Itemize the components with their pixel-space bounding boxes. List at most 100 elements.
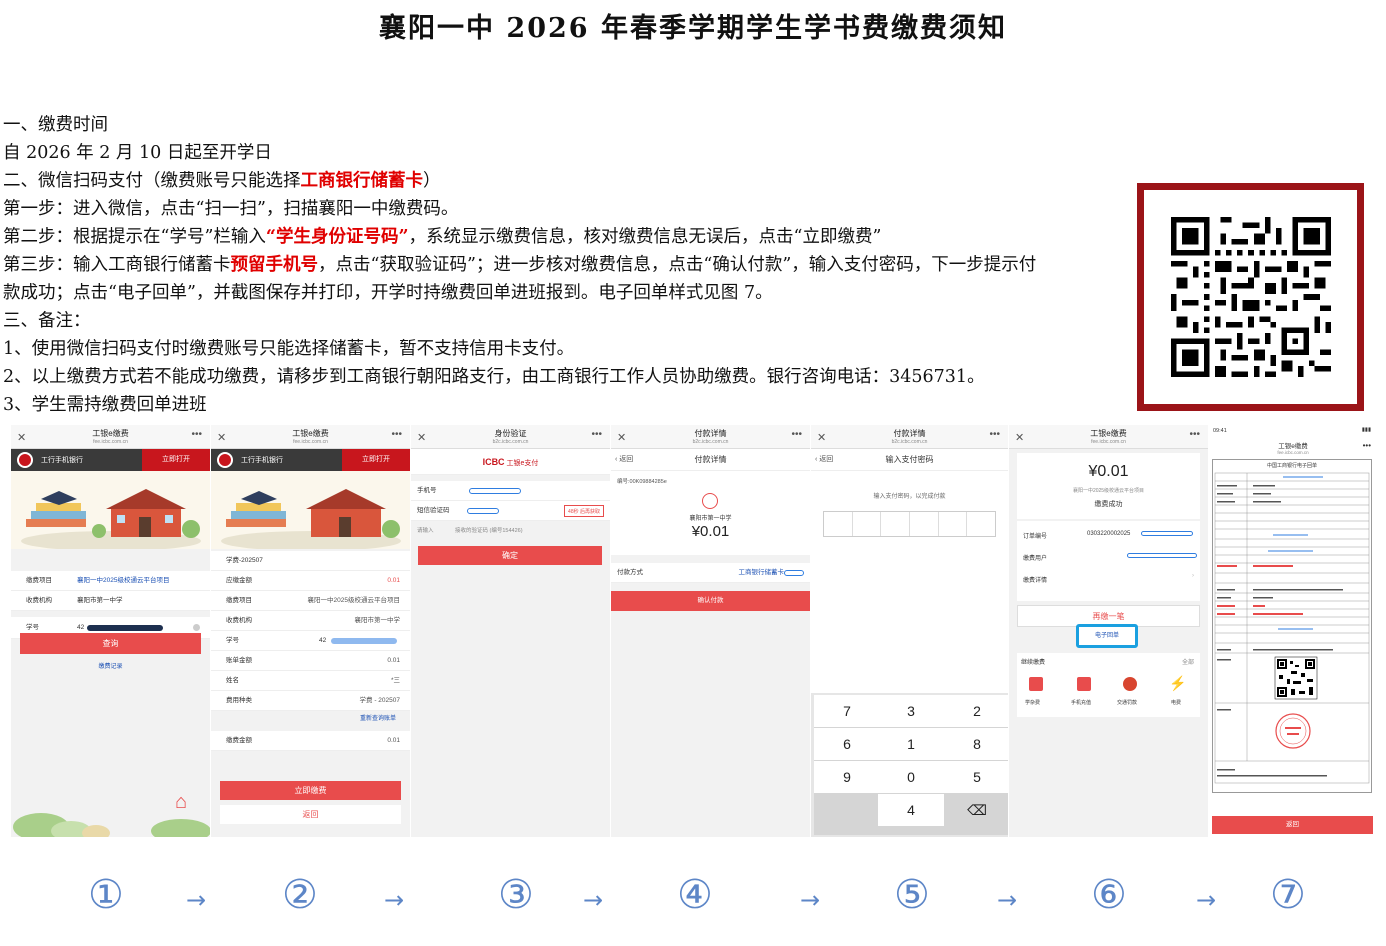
hint-text: 请输入 — [417, 528, 434, 534]
label-payer: 缴费用户 — [1023, 556, 1048, 562]
tuition-icon[interactable] — [1029, 677, 1043, 691]
order-number: 编号:00K09884285e — [617, 479, 667, 485]
screen-url: fee.icbc.com.cn — [293, 439, 328, 445]
screenshot-7-receipt: 09:41 ▮▮▮ 工银e缴费 fee.icbc.com.cn ••• 中国工商银行电… — [1209, 425, 1377, 837]
key-8[interactable]: 8 — [944, 728, 1008, 760]
confirm-button[interactable]: 确定 — [418, 546, 602, 565]
key-5[interactable]: 5 — [944, 761, 1008, 793]
screen-url: fee.icbc.com.cn — [1277, 450, 1309, 455]
chevron-right-icon: › — [1192, 573, 1194, 579]
phone-topup-icon[interactable] — [1077, 677, 1091, 691]
status-time: 09:41 — [1213, 428, 1227, 434]
payment-amount: ¥0.01 — [691, 523, 730, 540]
password-hint: 输入支付密码，以完成付款 — [873, 494, 946, 500]
screen-url: b2c.icbc.com.cn — [492, 439, 529, 445]
status-icons: ▮▮▮ — [1361, 427, 1371, 433]
more-icon[interactable]: ••• — [1363, 441, 1371, 450]
requery-link[interactable]: 重新查询账单 — [211, 711, 410, 727]
label-fee-type: 费用种类 — [226, 697, 252, 704]
tuition-label: 学杂费 — [1025, 700, 1041, 706]
back-button[interactable]: 返回 — [220, 805, 401, 824]
key-6[interactable]: 6 — [814, 728, 880, 760]
redacted-bar — [1141, 531, 1193, 536]
value-name: *三 — [390, 677, 400, 684]
key-3[interactable]: 3 — [878, 695, 944, 727]
key-0[interactable]: 0 — [878, 761, 944, 793]
receipt-qr-code — [1274, 656, 1318, 700]
get-code-button[interactable]: 48秒 后再获取 — [564, 505, 604, 517]
screen-title: 付款详情 — [893, 429, 926, 438]
backspace-icon[interactable]: ⌫ — [944, 794, 1008, 826]
screen-url: b2c.icbc.com.cn — [692, 439, 729, 445]
icbc-logo: ICBC — [482, 457, 505, 467]
traffic-fine-icon[interactable] — [1123, 677, 1137, 691]
step-number-3: ③ — [498, 872, 534, 918]
password-input[interactable] — [823, 511, 996, 537]
value-order-no: 0303220002025 — [1087, 531, 1131, 537]
more-icon[interactable]: ••• — [391, 429, 402, 440]
page-title: 襄阳一中 2026 年春季学期学生学书费缴费须知 — [379, 13, 1007, 44]
open-app-button[interactable]: 立即打开 — [342, 449, 410, 471]
arrow-icon: → — [186, 886, 207, 914]
section-1-heading: 一、缴费时间 — [3, 115, 108, 135]
arrow-icon: → — [997, 886, 1018, 914]
more-icon[interactable]: ••• — [191, 429, 202, 440]
e-receipt-button[interactable]: 电子回单 — [1076, 624, 1138, 648]
redacted-bar — [784, 570, 804, 576]
more-icon[interactable]: ••• — [989, 429, 1000, 440]
section-2-close: ） — [423, 171, 441, 191]
step-number-6: ⑥ — [1091, 872, 1127, 918]
sms-code-field[interactable]: 短信验证码 48秒 后再获取 — [411, 501, 610, 521]
key-9[interactable]: 9 — [814, 761, 880, 793]
open-app-button[interactable]: 立即打开 — [142, 449, 210, 471]
section-2-heading: 二、微信扫码支付（缴费账号只能选择工商银行储蓄卡） — [3, 167, 441, 195]
note-3: 3、学生需持缴费回单进班 — [3, 395, 207, 415]
screen-title: 工银e缴费 — [1278, 443, 1308, 450]
label-order-no: 订单编号 — [1023, 534, 1048, 540]
numeric-keypad: 7 3 2 6 1 8 9 0 5 4 ⌫ — [814, 695, 1008, 835]
redacted-bar — [1127, 553, 1197, 558]
phone-field[interactable]: 手机号 — [411, 481, 610, 501]
payment-records-link[interactable]: 缴费记录 — [11, 661, 210, 670]
clear-icon[interactable] — [193, 624, 200, 631]
more-icon[interactable]: ••• — [1189, 429, 1200, 440]
confirm-payment-button[interactable]: 确认付款 — [611, 591, 810, 611]
arrow-icon: → — [800, 886, 821, 914]
key-1[interactable]: 1 — [878, 728, 944, 760]
value-bill-amount: 0.01 — [387, 657, 400, 664]
bank-app-label: 工行手机银行 — [241, 457, 283, 464]
more-icon[interactable]: ••• — [591, 429, 602, 440]
key-7[interactable]: 7 — [814, 695, 880, 727]
payment-steps-screenshots: ✕ 工银e缴费 fee.icbc.com.cn ••• 工行手机银行 立即打开 缴费项目… — [11, 425, 1377, 837]
screen-title: 工银e缴费 — [1090, 429, 1127, 438]
label-student-id: 学号 — [26, 624, 39, 631]
key-4[interactable]: 4 — [878, 794, 944, 826]
step-3-rest: ，点击“获取验证码”；进一步核对缴费信息，点击“确认付款”，输入支付密码，下一步… — [318, 255, 1037, 275]
screen-title: 付款详情 — [694, 429, 727, 438]
view-all-link[interactable]: 全部 — [1182, 657, 1194, 666]
screen-url: fee.icbc.com.cn — [93, 439, 128, 445]
label-pay-amount: 缴费金额 — [226, 737, 252, 744]
value-project: 襄阳一中2025级校通云平台项目 — [77, 577, 170, 584]
value-pay-amount: 0.01 — [387, 737, 400, 744]
pay-now-button[interactable]: 立即缴费 — [220, 781, 401, 800]
label-name: 姓名 — [226, 677, 239, 684]
screenshot-6-success: ✕ 工银e缴费 fee.icbc.com.cn ••• ¥0.01 襄阳一中2025级… — [1009, 425, 1208, 837]
screenshot-4-payment-detail: ✕ 付款详情 b2c.icbc.com.cn ••• ‹ 返回 付款详情 编号:00K0… — [611, 425, 810, 837]
back-button[interactable]: 返回 — [1212, 816, 1373, 834]
arrow-icon: → — [1196, 886, 1217, 914]
payment-method-row[interactable]: 付款方式 工商银行储蓄卡 — [611, 563, 810, 583]
screenshot-3-verify: ✕ 身份验证 b2c.icbc.com.cn ••• ICBC 工银e支付 手机号 短… — [411, 425, 610, 837]
query-button[interactable]: 查询 — [20, 633, 201, 654]
label-phone: 手机号 — [417, 487, 437, 494]
key-2[interactable]: 2 — [944, 695, 1008, 727]
redacted-bar — [467, 508, 499, 514]
electricity-icon[interactable]: ⚡ — [1169, 675, 1186, 692]
plant-decoration — [13, 813, 210, 837]
success-status: 缴费成功 — [1094, 501, 1123, 508]
receipt-heading: 中国工商银行电子回单 — [1266, 463, 1317, 469]
more-icon[interactable]: ••• — [791, 429, 802, 440]
section-2-text: 二、微信扫码支付（缴费账号只能选择 — [3, 171, 301, 191]
paid-amount: ¥0.01 — [1088, 463, 1129, 480]
redacted-bar — [331, 638, 397, 644]
